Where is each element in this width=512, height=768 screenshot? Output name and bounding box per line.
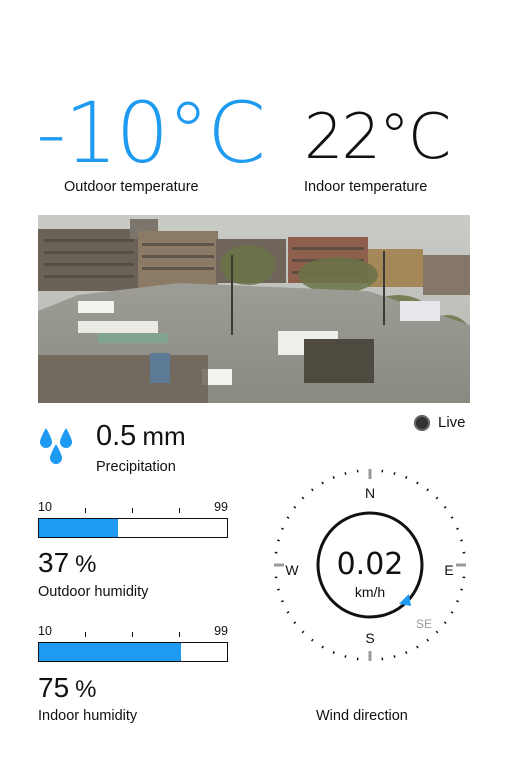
- compass-minor-tick: [332, 476, 335, 479]
- compass-minor-tick: [393, 472, 396, 475]
- scale-tick: [85, 632, 86, 637]
- compass-south: S: [365, 630, 374, 646]
- live-label: Live: [438, 414, 466, 431]
- wind-speed-value: 0.02: [337, 547, 404, 582]
- scale-tick: [179, 508, 180, 513]
- indoor-humidity-value: 75%: [38, 672, 97, 704]
- compass-minor-tick: [277, 588, 280, 591]
- precipitation-label: Precipitation: [96, 459, 176, 475]
- raindrops-icon: [38, 424, 78, 468]
- compass-minor-tick: [456, 600, 459, 603]
- webcam-scene: [38, 215, 470, 403]
- compass-minor-tick: [281, 600, 284, 603]
- scale-tick: [85, 508, 86, 513]
- compass-minor-tick: [435, 630, 439, 634]
- compass-minor-tick: [344, 472, 347, 475]
- outdoor-humidity-label: Outdoor humidity: [38, 584, 149, 600]
- outdoor-humidity-bar-fill: [39, 519, 118, 537]
- compass-minor-tick: [456, 527, 459, 530]
- wind-speed-unit: km/h: [355, 584, 385, 600]
- compass-minor-tick: [344, 655, 347, 658]
- compass-minor-tick: [435, 496, 439, 500]
- compass-minor-tick: [301, 496, 305, 500]
- compass-minor-tick: [293, 505, 297, 509]
- scale-tick: [179, 632, 180, 637]
- compass-minor-tick: [416, 481, 419, 485]
- compass-minor-tick: [426, 488, 430, 492]
- indoor-humidity-label: Indoor humidity: [38, 708, 138, 724]
- indoor-humidity-scale-max: 99: [214, 624, 228, 638]
- outdoor-humidity-unit: %: [75, 551, 97, 578]
- wind-direction-label: Wind direction: [316, 708, 408, 724]
- indoor-humidity-bar: [38, 642, 228, 662]
- outdoor-humidity-value: 37%: [38, 547, 97, 579]
- indoor-temperature-value: 22°C: [304, 100, 451, 173]
- indoor-humidity-bar-fill: [39, 643, 181, 661]
- compass-minor-tick: [426, 638, 430, 642]
- compass-minor-tick: [443, 621, 447, 625]
- scale-tick: [132, 508, 133, 513]
- compass-minor-tick: [310, 638, 314, 642]
- outdoor-temperature-label: Outdoor temperature: [64, 179, 199, 195]
- live-indicator[interactable]: Live: [414, 414, 466, 431]
- compass-minor-tick: [460, 539, 463, 542]
- compass-minor-tick: [405, 476, 408, 479]
- compass-minor-tick: [393, 655, 396, 658]
- precipitation-unit: mm: [142, 421, 186, 451]
- compass-minor-tick: [310, 488, 314, 492]
- live-dot-icon: [414, 414, 430, 431]
- compass-north: N: [365, 485, 375, 501]
- indoor-humidity-gauge: 10 99: [38, 624, 228, 662]
- compass-minor-tick: [277, 539, 280, 542]
- wind-compass: N S W E SE 0.02 km/h: [262, 460, 478, 676]
- compass-minor-tick: [450, 516, 454, 519]
- outdoor-humidity-scale-min: 10: [38, 500, 52, 514]
- indoor-humidity-number: 75: [38, 672, 70, 703]
- compass-minor-tick: [281, 527, 284, 530]
- compass-minor-tick: [450, 611, 454, 614]
- wind-direction-code: SE: [416, 617, 432, 631]
- outdoor-humidity-gauge: 10 99: [38, 500, 228, 538]
- indoor-humidity-unit: %: [75, 676, 97, 703]
- compass-minor-tick: [332, 651, 335, 654]
- compass-minor-tick: [293, 621, 297, 625]
- compass-minor-tick: [321, 481, 324, 485]
- compass-minor-tick: [460, 588, 463, 591]
- outdoor-temperature-value: -10°C: [36, 84, 266, 182]
- indoor-temperature-label: Indoor temperature: [304, 179, 428, 195]
- compass-minor-tick: [286, 516, 290, 519]
- compass-minor-tick: [416, 645, 419, 649]
- webcam-image[interactable]: [38, 215, 470, 403]
- scale-tick: [132, 632, 133, 637]
- compass-west: W: [285, 562, 299, 578]
- outdoor-humidity-number: 37: [38, 547, 70, 578]
- outdoor-humidity-bar: [38, 518, 228, 538]
- compass-minor-tick: [301, 630, 305, 634]
- compass-minor-tick: [286, 611, 290, 614]
- indoor-humidity-scale-min: 10: [38, 624, 52, 638]
- compass-minor-tick: [405, 651, 408, 654]
- compass-east: E: [444, 562, 453, 578]
- compass-minor-tick: [321, 645, 324, 649]
- precipitation-value: 0.5 mm: [96, 420, 186, 453]
- precipitation-amount: 0.5: [96, 420, 137, 452]
- compass-minor-tick: [443, 505, 447, 509]
- outdoor-humidity-scale-max: 99: [214, 500, 228, 514]
